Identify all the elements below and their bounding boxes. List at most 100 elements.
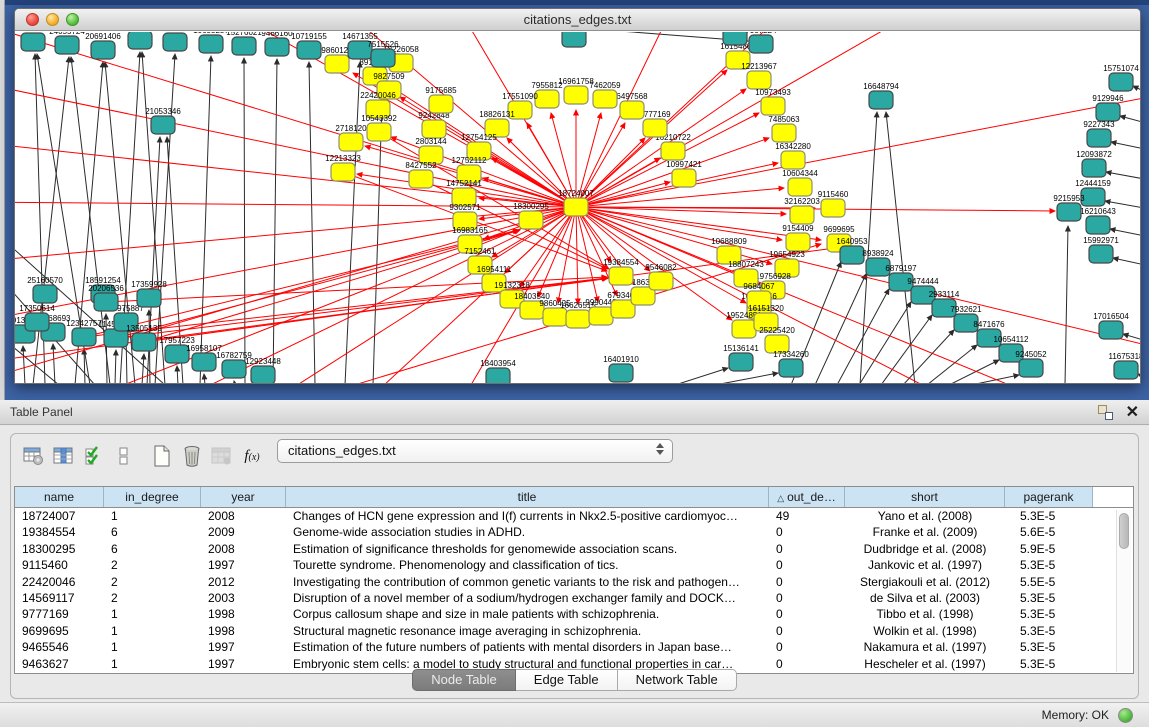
graph-node-25160570[interactable]: [33, 285, 57, 303]
graph-node-10997421[interactable]: [672, 169, 696, 187]
graph-node-10543392[interactable]: [367, 123, 391, 141]
vertical-scrollbar[interactable]: [1116, 510, 1131, 672]
graph-node-9227343[interactable]: [1087, 129, 1111, 147]
graph-node-9115460[interactable]: [821, 199, 845, 217]
graph-node-15136141[interactable]: [729, 353, 753, 371]
graph-node-7462059[interactable]: [593, 90, 617, 108]
tab-node-table[interactable]: Node Table: [412, 669, 516, 691]
table-row[interactable]: 977716911998Corpus callosum shape and si…: [15, 606, 1133, 622]
graph-node-12093872[interactable]: [1082, 159, 1106, 177]
graph-node-9175685[interactable]: [429, 95, 453, 113]
graph-node-12213967[interactable]: [747, 71, 771, 89]
graph-node-9242848[interactable]: [422, 120, 446, 138]
table-row[interactable]: 911546021997Tourette syndrome. Phenomeno…: [15, 557, 1133, 573]
column-header-title[interactable]: title: [286, 487, 769, 507]
delete-table-icon[interactable]: [177, 443, 207, 469]
graph-node-7485063[interactable]: [772, 124, 796, 142]
graph-node-7955812[interactable]: [535, 90, 559, 108]
graph-node-7957224[interactable]: [749, 35, 773, 53]
graph-node-9154409[interactable]: [786, 233, 810, 251]
graph-node-10973493[interactable]: [761, 97, 785, 115]
graph-node-16342280[interactable]: [781, 151, 805, 169]
graph-node-20691406[interactable]: [91, 41, 115, 59]
column-header-short[interactable]: short: [845, 487, 1005, 507]
column-header-name[interactable]: name: [15, 487, 104, 507]
graph-node-19524851[interactable]: [732, 320, 756, 338]
graph-node-16626515[interactable]: [566, 310, 590, 328]
graph-node-9215953[interactable]: [1057, 203, 1081, 221]
graph-node-12444159[interactable]: [1081, 188, 1105, 206]
graph-node-18724007[interactable]: [564, 198, 588, 216]
graph-node-12342757[interactable]: [72, 328, 96, 346]
graph-node-26876862[interactable]: [723, 32, 747, 45]
graph-node-15751074[interactable]: [1109, 73, 1133, 91]
function-builder-icon[interactable]: f(x): [237, 443, 267, 469]
graph-node-19355754[interactable]: [21, 33, 45, 51]
graph-node-12213323[interactable]: [331, 163, 355, 181]
graph-node-17350614[interactable]: [25, 313, 49, 331]
graph-node-9129946[interactable]: [1096, 103, 1120, 121]
graph-node-9860425[interactable]: [543, 308, 567, 326]
window-titlebar[interactable]: citations_edges.txt: [15, 9, 1140, 31]
graph-node-9245052[interactable]: [1019, 359, 1043, 377]
network-selector-dropdown[interactable]: citations_edges.txt: [277, 439, 673, 463]
table-settings-icon[interactable]: [19, 443, 49, 469]
table-row[interactable]: 1872400712008Changes of HCN gene express…: [15, 508, 1133, 524]
graph-node-16401910[interactable]: [609, 364, 633, 382]
graph-node-18403954[interactable]: [486, 368, 510, 383]
graph-node-15992971[interactable]: [1089, 245, 1113, 263]
graph-node-15276021[interactable]: [232, 37, 256, 55]
graph-node-17359928[interactable]: [137, 289, 161, 307]
graph-node-16961758[interactable]: [564, 86, 588, 104]
table-row[interactable]: 969969511998Structural magnetic resonanc…: [15, 623, 1133, 639]
graph-node-9990448[interactable]: [589, 307, 613, 325]
minimize-window-button[interactable]: [46, 13, 59, 26]
graph-node-9546082[interactable]: [649, 272, 673, 290]
graph-node-16953211[interactable]: [128, 32, 152, 49]
graph-node-10653257[interactable]: [199, 35, 223, 53]
graph-node-18300295[interactable]: [519, 211, 543, 229]
graph-node-8427552[interactable]: [409, 170, 433, 188]
graph-node-6497568[interactable]: [620, 101, 644, 119]
graph-node-23011394[interactable]: [163, 33, 187, 51]
column-header-indegree[interactable]: in_degree: [104, 487, 201, 507]
close-window-button[interactable]: [26, 13, 39, 26]
unselect-all-icon[interactable]: [109, 443, 139, 469]
graph-node-16648794[interactable]: [869, 91, 893, 109]
graph-node-16210722[interactable]: [661, 142, 685, 160]
graph-node-21053346[interactable]: [151, 116, 175, 134]
graph-node-12923448[interactable]: [251, 366, 275, 383]
table-row[interactable]: 1456911722003Disruption of a novel membe…: [15, 590, 1133, 606]
graph-node-10604344[interactable]: [788, 178, 812, 196]
select-columns-icon[interactable]: [49, 443, 79, 469]
graph-node-16958107[interactable]: [192, 353, 216, 371]
select-all-icon[interactable]: [79, 443, 109, 469]
float-panel-icon[interactable]: [1098, 405, 1113, 420]
graph-node-11451940[interactable]: [104, 329, 128, 347]
graph-node-16782759[interactable]: [222, 360, 246, 378]
graph-node-9777169[interactable]: [643, 119, 667, 137]
graph-node-2718120[interactable]: [339, 133, 363, 151]
graph-node-17016504[interactable]: [1099, 321, 1123, 339]
graph-node-10719155[interactable]: [297, 41, 321, 59]
zoom-window-button[interactable]: [66, 13, 79, 26]
column-header-year[interactable]: year: [201, 487, 286, 507]
graph-node-16210643[interactable]: [1086, 216, 1110, 234]
table-row[interactable]: 946554611997Estimation of the future num…: [15, 639, 1133, 655]
table-row[interactable]: 2242004622012Investigating the contribut…: [15, 574, 1133, 590]
scrollbar-thumb[interactable]: [1119, 513, 1129, 549]
close-panel-icon[interactable]: ✕: [1126, 402, 1139, 422]
tab-network-table[interactable]: Network Table: [618, 669, 737, 691]
graph-node-11675318[interactable]: [1114, 361, 1138, 379]
network-view-window[interactable]: citations_edges.txt 18724007109974211621…: [14, 8, 1141, 384]
graph-node-9466160[interactable]: [265, 38, 289, 56]
graph-node-9860123[interactable]: [325, 55, 349, 73]
tab-edge-table[interactable]: Edge Table: [516, 669, 618, 691]
table-row[interactable]: 1938455462009Genome-wide association stu…: [15, 524, 1133, 540]
graph-node-19384554[interactable]: [609, 267, 633, 285]
graph-node-1640953[interactable]: [840, 246, 864, 264]
graph-node-32162203[interactable]: [790, 206, 814, 224]
graph-node-24055724[interactable]: [55, 36, 79, 54]
graph-node-20206536[interactable]: [94, 293, 118, 311]
graph-node-8813074[interactable]: [562, 32, 586, 47]
